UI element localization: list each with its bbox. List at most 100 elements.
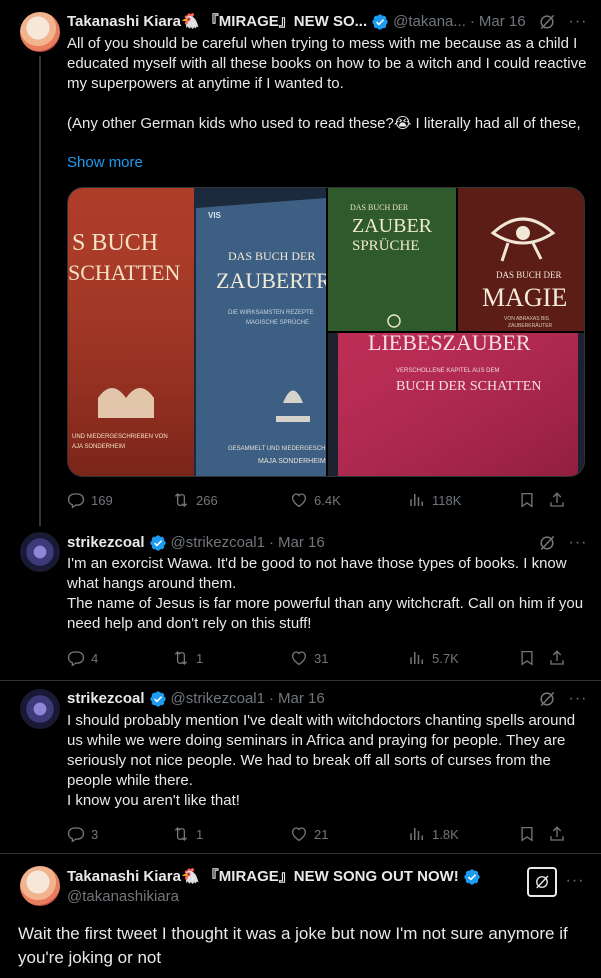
repost-count: 1 bbox=[196, 826, 204, 842]
grok-icon[interactable] bbox=[537, 689, 557, 709]
bookmark-icon bbox=[518, 491, 536, 509]
book4-sub-b: ZAUBERKRÄUTER bbox=[508, 322, 553, 329]
book3-title-c: SPRÜCHE bbox=[352, 237, 420, 254]
action-bar: 3 1 21 1.8K bbox=[67, 824, 583, 844]
share-icon bbox=[548, 649, 566, 667]
display-name-row: Takanashi Kiara🐔 『MIRAGE』NEW SONG OUT NO… bbox=[67, 867, 485, 887]
more-icon[interactable]: ··· bbox=[567, 533, 589, 553]
show-more-link[interactable]: Show more bbox=[67, 154, 143, 171]
book4-title-a: DAS BUCH DER bbox=[496, 270, 562, 280]
timestamp[interactable]: Mar 16 bbox=[278, 689, 325, 709]
like-icon bbox=[290, 491, 308, 509]
grok-icon[interactable] bbox=[537, 533, 557, 553]
views-button[interactable]: 5.7K bbox=[408, 649, 518, 667]
views-button[interactable]: 1.8K bbox=[408, 825, 518, 843]
like-count: 6.4K bbox=[314, 492, 341, 508]
tweet-text: All of you should be careful when trying… bbox=[67, 35, 587, 132]
like-button[interactable]: 31 bbox=[290, 649, 408, 667]
like-button[interactable]: 6.4K bbox=[290, 491, 408, 509]
bookmark-button[interactable] bbox=[518, 825, 548, 843]
author-block: Takanashi Kiara🐔 『MIRAGE』NEW SONG OUT NO… bbox=[67, 867, 485, 907]
bookmark-icon bbox=[518, 825, 536, 843]
repost-count: 1 bbox=[196, 650, 204, 666]
like-icon bbox=[290, 649, 308, 667]
bookmark-button[interactable] bbox=[518, 491, 548, 509]
like-count: 21 bbox=[314, 826, 329, 842]
book4-title-b: MAGIE bbox=[482, 283, 567, 312]
timestamp[interactable]: Mar 16 bbox=[278, 533, 325, 553]
repost-icon bbox=[172, 649, 190, 667]
avatar[interactable] bbox=[20, 689, 60, 729]
display-name[interactable]: strikezcoal bbox=[67, 689, 145, 709]
reply-icon bbox=[67, 825, 85, 843]
share-icon bbox=[548, 491, 566, 509]
reply-button[interactable]: 4 bbox=[67, 649, 172, 667]
more-icon[interactable]: ··· bbox=[567, 12, 589, 32]
verified-icon bbox=[371, 13, 389, 31]
display-name[interactable]: Takanashi Kiara🐔 『MIRAGE』NEW SONG OUT NO… bbox=[67, 867, 459, 887]
thread-line bbox=[39, 56, 41, 526]
view-count: 1.8K bbox=[432, 826, 459, 842]
views-icon bbox=[408, 491, 426, 509]
more-icon[interactable]: ··· bbox=[564, 872, 586, 890]
book1-bottom-a: UND NIEDERGESCHRIEBEN VON bbox=[72, 434, 168, 440]
views-button[interactable]: 118K bbox=[408, 491, 518, 509]
book2-publisher: VIS bbox=[208, 211, 222, 220]
book1-bottom-b: AJA SONDERHEIM bbox=[72, 444, 125, 450]
reply-count: 3 bbox=[91, 826, 99, 842]
tweet-1[interactable]: Takanashi Kiara🐔 『MIRAGE』NEW SO... @taka… bbox=[0, 0, 601, 526]
book5-sub: VERSCHOLLENE KAPITEL AUS DEM bbox=[396, 368, 499, 374]
grok-icon[interactable] bbox=[537, 12, 557, 32]
book4-sub-a: VON ABRAXAS BIS bbox=[504, 316, 550, 322]
separator: · bbox=[268, 690, 274, 707]
verified-icon bbox=[149, 534, 167, 552]
tweet-header: strikezcoal @strikezcoal1 · Mar 16 ··· bbox=[67, 689, 589, 709]
view-count: 118K bbox=[432, 492, 462, 508]
handle[interactable]: @strikezcoal1 bbox=[171, 689, 265, 709]
repost-icon bbox=[172, 491, 190, 509]
like-button[interactable]: 21 bbox=[290, 825, 408, 843]
timestamp[interactable]: Mar 16 bbox=[479, 12, 526, 32]
book2-sub-b: MAGISCHE SPRÜCHE bbox=[246, 319, 309, 326]
display-name[interactable]: Takanashi Kiara🐔 『MIRAGE』NEW SO... bbox=[67, 12, 367, 32]
share-icon bbox=[548, 825, 566, 843]
tweet-text: I'm an exorcist Wawa. It'd be good to no… bbox=[67, 555, 584, 632]
tweet-4[interactable]: Takanashi Kiara🐔 『MIRAGE』NEW SONG OUT NO… bbox=[0, 854, 601, 978]
share-button[interactable] bbox=[548, 649, 568, 667]
avatar[interactable] bbox=[20, 12, 60, 52]
bookmark-button[interactable] bbox=[518, 649, 548, 667]
views-icon bbox=[408, 649, 426, 667]
share-button[interactable] bbox=[548, 491, 568, 509]
book3-title-a: DAS BUCH DER bbox=[350, 203, 409, 212]
repost-button[interactable]: 1 bbox=[172, 825, 290, 843]
tweet-2[interactable]: strikezcoal @strikezcoal1 · Mar 16 ··· I… bbox=[0, 520, 601, 680]
book5-title: LIEBESZAUBER bbox=[368, 330, 531, 355]
tweet-3[interactable]: strikezcoal @strikezcoal1 · Mar 16 ··· I… bbox=[0, 681, 601, 854]
handle[interactable]: @strikezcoal1 bbox=[171, 533, 265, 553]
reply-button[interactable]: 3 bbox=[67, 825, 172, 843]
media-grid[interactable]: S BUCH SCHATTEN UND NIEDERGESCHRIEBEN VO… bbox=[67, 187, 585, 477]
separator: · bbox=[268, 534, 274, 551]
like-count: 31 bbox=[314, 650, 329, 666]
book-photos: S BUCH SCHATTEN UND NIEDERGESCHRIEBEN VO… bbox=[68, 188, 584, 476]
book2-title-a: DAS BUCH DER bbox=[228, 249, 315, 263]
action-bar: 4 1 31 5.7K bbox=[67, 648, 583, 668]
book2-sub-a: DIE WIRKSAMSTEN REZEPTE bbox=[228, 310, 314, 316]
verified-icon bbox=[149, 690, 167, 708]
avatar[interactable] bbox=[20, 532, 60, 572]
book3-title-b: ZAUBER bbox=[352, 215, 433, 237]
handle[interactable]: @takana... bbox=[393, 12, 466, 32]
grok-button[interactable] bbox=[527, 867, 557, 897]
share-button[interactable] bbox=[548, 825, 568, 843]
tweet-header: Takanashi Kiara🐔 『MIRAGE』NEW SO... @taka… bbox=[67, 12, 589, 32]
bookmark-icon bbox=[518, 649, 536, 667]
handle[interactable]: @takanashikiara bbox=[67, 887, 485, 907]
repost-button[interactable]: 1 bbox=[172, 649, 290, 667]
book2-bottom-b: MAJA SONDERHEIM bbox=[258, 458, 326, 465]
more-icon[interactable]: ··· bbox=[567, 689, 589, 709]
repost-button[interactable]: 266 bbox=[172, 491, 290, 509]
avatar[interactable] bbox=[20, 866, 60, 906]
tweet-text: Wait the first tweet I thought it was a … bbox=[18, 924, 568, 967]
reply-button[interactable]: 169 bbox=[67, 491, 172, 509]
display-name[interactable]: strikezcoal bbox=[67, 533, 145, 553]
